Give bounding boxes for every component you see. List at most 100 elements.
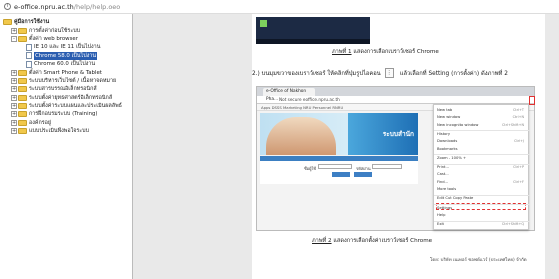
chrome-menu-item: New tab <box>437 108 453 112</box>
instruction-2: 2.) บนมุมขวาของเบราว์เซอร์ ให้คลิกที่ปุ่… <box>252 68 508 78</box>
tree-item-label: ระบบตั้งค่าระบบแผนและประเมินผลลัพธ์ <box>29 103 122 110</box>
caption-1-prefix: ภาพที่ 1 <box>332 49 352 55</box>
tree-item-label: แบบประเมินพึงพอใจระบบ <box>29 128 90 135</box>
chrome-menu-item: New incognito window <box>437 122 479 127</box>
page-icon <box>26 52 32 60</box>
chrome-menu-shortcut: Ctrl+J <box>514 139 524 144</box>
chrome-menu-item: Print... <box>437 165 449 170</box>
expand-icon[interactable]: + <box>11 103 17 110</box>
browser-screenshot: e-Office of Nakhon Pha... Not secure eof… <box>256 86 535 231</box>
banner-people-image <box>266 117 336 155</box>
tree-item[interactable]: IE 10 และ IE 11 เป็นไปงาน <box>19 43 130 51</box>
browser-tabbar: e-Office of Nakhon Pha... <box>257 87 534 102</box>
chrome-menu-item: More tools <box>437 187 457 191</box>
folder-icon <box>18 94 27 101</box>
expand-icon[interactable]: + <box>11 119 17 126</box>
menu-button-highlight <box>529 96 535 105</box>
folder-icon <box>18 69 27 76</box>
login-user-input <box>318 164 352 169</box>
chrome-menu-item: Bookmarks <box>437 146 458 151</box>
tree-item[interactable]: + ระบบบริหารเว็บไซต์ / เนื้อหาจดหมาย <box>11 77 130 85</box>
expand-icon[interactable]: + <box>11 27 17 34</box>
tree-item[interactable]: + องค์กรอยู่ <box>11 119 130 127</box>
browser-tab: e-Office of Nakhon Pha... <box>263 88 315 102</box>
expand-icon[interactable]: + <box>11 77 17 84</box>
tree-item-label: ตั้งค่า web browser <box>29 35 78 42</box>
page-icon <box>26 60 32 68</box>
expand-icon[interactable]: + <box>11 111 17 118</box>
tree-item[interactable]: + ระบบตั้งค่ายุทธศาสตร์อิเล็กทรอนิกส์ <box>11 94 130 102</box>
caption-1-text: แสดงการเลือกเบราว์เซอร์ Chrome <box>351 49 439 55</box>
caption-2-text: แสดงการเลือกตั้งค่าเบราว์เซอร์ Chrome <box>331 238 433 244</box>
taskbar <box>256 39 370 44</box>
folder-icon <box>18 86 27 93</box>
tree-item-label: ระบบบริหารเว็บไซต์ / เนื้อหาจดหมาย <box>29 77 117 84</box>
site-banner: ระบบสำนัก <box>260 113 418 155</box>
folder-icon <box>18 103 27 110</box>
chrome-menu: New tab Ctrl+T New window Ctrl+N New incogni… <box>433 104 530 230</box>
tree-item[interactable]: Chrome 60.0 เป็นไปงาน <box>19 60 130 68</box>
tree-item[interactable]: + ระบบสารบรรณอิเล็กทรอนิกส์ <box>11 85 130 93</box>
caption-2-prefix: ภาพที่ 2 <box>312 238 332 244</box>
folder-icon <box>18 119 27 126</box>
chrome-menu-item: History <box>437 131 451 136</box>
tree-item-label: ตั้งค่า Smart Phone & Tablet <box>29 69 102 76</box>
chrome-menu-item: Downloads <box>437 139 458 144</box>
tree-item[interactable]: + ระบบตั้งค่าระบบแผนและประเมินผลลัพธ์ <box>11 102 130 110</box>
chrome-menu-item: Cast... <box>437 172 449 177</box>
banner-title: ระบบสำนัก <box>382 130 414 138</box>
kebab-menu-icon: ⋮ <box>384 68 394 78</box>
folder-icon <box>3 19 12 26</box>
help-tree: คู่มือการใช้งาน + การตั้งค่าก่อนใช้ระบบ - ต… <box>0 14 133 279</box>
address-bar[interactable]: i e-office.npru.ac.th /help/help.oeo <box>0 0 559 14</box>
info-icon[interactable]: i <box>4 3 11 10</box>
chrome-menu-item: New window <box>437 115 461 120</box>
page-footer: โดย: บริษัท เนเทอร์ ซอฟต์แวร์ (ประเทศไทย… <box>430 258 527 263</box>
tree-item-label: ระบบสารบรรณอิเล็กทรอนิกส์ <box>29 86 97 93</box>
address-path: /help/help.oeo <box>73 2 121 11</box>
chrome-menu-shortcut: Ctrl+Shift+Q <box>501 222 524 227</box>
login-header-bar <box>260 156 418 161</box>
login-user-label: ชื่อผู้ใช้ <box>304 166 317 171</box>
login-pass-label: รหัสผ่าน <box>356 166 371 171</box>
caption-2: ภาพที่ 2 แสดงการเลือกตั้งค่าเบราว์เซอร์ … <box>312 237 432 245</box>
tree-item[interactable]: + การฝึกอบรมระบบ (Training) <box>11 110 130 118</box>
chrome-menu-shortcut: Ctrl+N <box>512 115 524 120</box>
tree-item[interactable]: - ตั้งค่า web browser <box>11 35 130 43</box>
chrome-menu-item: Find... <box>437 179 449 184</box>
tree-item-label: ระบบตั้งค่ายุทธศาสตร์อิเล็กทรอนิกส์ <box>29 94 113 101</box>
chrome-menu-shortcut: Ctrl+F <box>513 179 524 184</box>
tree-root[interactable]: คู่มือการใช้งาน <box>3 18 130 26</box>
collapse-icon[interactable]: - <box>11 35 17 42</box>
expand-icon[interactable]: + <box>11 128 17 135</box>
tree-item-label: IE 10 และ IE 11 เป็นไปงาน <box>34 44 101 51</box>
tree-item-label: การตั้งค่าก่อนใช้ระบบ <box>29 27 81 34</box>
chrome-menu-shortcut: Ctrl+Shift+N <box>502 122 524 127</box>
expand-icon[interactable]: + <box>11 94 17 101</box>
login-button <box>332 172 350 177</box>
login-pass-input <box>372 164 402 169</box>
chrome-menu-shortcut: Ctrl+P <box>513 165 524 170</box>
chrome-menu-item: Zoom - 100% + <box>437 155 467 160</box>
tree-item[interactable]: + การตั้งค่าก่อนใช้ระบบ <box>11 26 130 34</box>
browser-omnibox: Not secure eoffice.npru.ac.th <box>257 96 534 104</box>
tree-item[interactable]: + ตั้งค่า Smart Phone & Tablet <box>11 68 130 76</box>
tree-item-label: องค์กรอยู่ <box>29 119 52 126</box>
expand-icon[interactable]: + <box>11 86 17 93</box>
tree-item-label: Chrome 60.0 เป็นไปงาน <box>34 61 95 68</box>
caption-1: ภาพที่ 1 แสดงการเลือกเบราว์เซอร์ Chrome <box>332 48 439 56</box>
expand-icon[interactable]: + <box>11 69 17 76</box>
chrome-menu-item: Help <box>437 212 446 217</box>
chrome-menu-item: Settings <box>437 205 453 210</box>
address-host: e-office.npru.ac.th <box>14 2 74 11</box>
folder-icon <box>18 27 27 34</box>
tree-item-label: การฝึกอบรมระบบ (Training) <box>29 111 98 118</box>
folder-icon <box>18 111 27 118</box>
reset-button <box>354 172 372 177</box>
folder-icon <box>18 77 27 84</box>
chrome-shortcut-icon <box>260 20 267 27</box>
tree-item[interactable]: + แบบประเมินพึงพอใจระบบ <box>11 127 130 135</box>
chrome-menu-item: Edit Cut Copy Paste <box>437 196 474 201</box>
tree-item[interactable]: Chrome 58.0 เป็นไปงาน <box>19 51 130 60</box>
instruction-pre: 2.) บนมุมขวาของเบราว์เซอร์ ให้คลิกที่ปุ่… <box>252 71 381 77</box>
